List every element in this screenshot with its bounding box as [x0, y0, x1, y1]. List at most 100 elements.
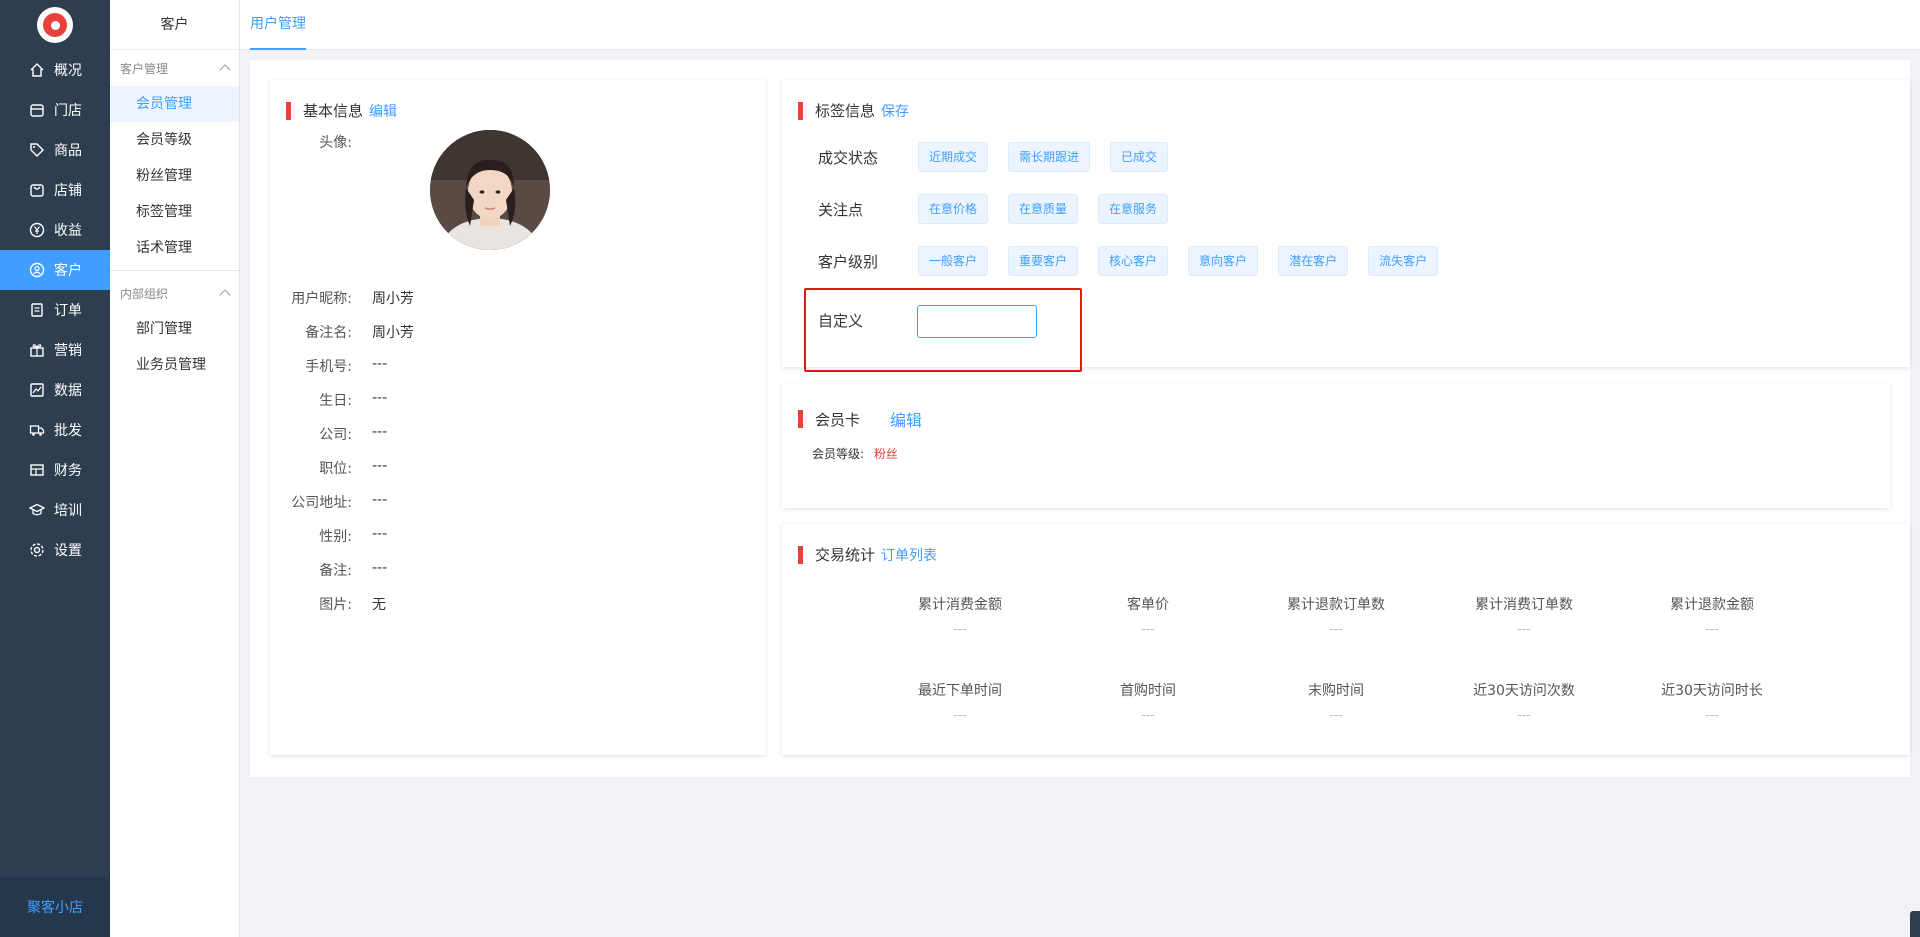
sub-item-member-level[interactable]: 会员等级	[110, 122, 239, 158]
field-label: 图片:	[319, 597, 352, 613]
tag-chip[interactable]: 在意服务	[1098, 194, 1169, 224]
tag-chip[interactable]: 意向客户	[1188, 246, 1259, 276]
field-label: 手机号:	[305, 359, 352, 375]
stat-avg-order: 客单价 ---	[1058, 594, 1238, 636]
nav-label: 订单	[54, 303, 82, 319]
nav-item-marketing[interactable]: 营销	[0, 330, 110, 370]
store-name-footer[interactable]: 聚客小店	[0, 877, 110, 937]
member-card: 会员卡 编辑 会员等级: 粉丝	[782, 383, 1890, 508]
sub-item-member-manage[interactable]: 会员管理	[110, 86, 239, 122]
sub-sidebar-title: 客户	[110, 0, 239, 50]
nav-label: 商品	[54, 143, 82, 159]
shop-bag-icon	[28, 181, 46, 199]
nav-item-store[interactable]: 门店	[0, 90, 110, 130]
nav-item-finance[interactable]: 财务	[0, 450, 110, 490]
section-marker	[798, 410, 803, 428]
sub-item-fans-manage[interactable]: 粉丝管理	[110, 158, 239, 194]
nav-label: 财务	[54, 463, 82, 479]
field-label: 性别:	[319, 529, 352, 545]
yen-icon	[28, 221, 46, 239]
tag-chip[interactable]: 潜在客户	[1278, 246, 1349, 276]
group-customer-manage[interactable]: 客户管理	[110, 50, 239, 86]
tag-chip[interactable]: 一般客户	[918, 246, 989, 276]
tag-chip[interactable]: 在意价格	[918, 194, 989, 224]
field-row: 生日: ---	[270, 390, 387, 410]
member-card-edit-link[interactable]: 编辑	[890, 407, 922, 431]
tag-chip[interactable]: 近期成交	[918, 142, 989, 172]
stat-label: 首购时间	[1120, 683, 1176, 699]
tag-chip[interactable]: 重要客户	[1008, 246, 1079, 276]
field-row: 图片: 无	[270, 594, 386, 614]
basic-info-title: 基本信息	[303, 102, 364, 120]
stat-value: ---	[1705, 622, 1719, 636]
field-value: 周小芳	[372, 325, 414, 341]
nav-item-overview[interactable]: 概况	[0, 50, 110, 90]
custom-tag-input[interactable]	[917, 305, 1037, 338]
field-value: ---	[372, 458, 388, 474]
order-list-link[interactable]: 订单列表	[881, 545, 937, 565]
tag-row-focus: 关注点 在意价格 在意质量 在意服务	[818, 194, 1188, 224]
nav-item-shop[interactable]: 店铺	[0, 170, 110, 210]
tag-chip[interactable]: 核心客户	[1098, 246, 1169, 276]
tag-row-customer-level: 客户级别 一般客户 重要客户 核心客户 意向客户 潜在客户 流失客户	[818, 246, 1458, 276]
nav-item-data[interactable]: 数据	[0, 370, 110, 410]
content-panel: 基本信息 编辑 头像: 用户昵称: 周小芳 备注名: 周小芳 手机号: ---	[250, 60, 1910, 777]
field-value: 周小芳	[372, 291, 414, 307]
order-icon	[28, 301, 46, 319]
gift-icon	[28, 341, 46, 359]
field-row: 公司地址: ---	[270, 492, 387, 512]
nav-item-income[interactable]: 收益	[0, 210, 110, 250]
section-marker	[798, 545, 803, 564]
stat-label: 累计退款订单数	[1287, 597, 1385, 613]
stat-label: 累计消费订单数	[1475, 597, 1573, 613]
sub-item-salesman[interactable]: 业务员管理	[110, 347, 239, 383]
stat-total-spend: 累计消费金额 ---	[870, 594, 1050, 636]
basic-info-edit-link[interactable]: 编辑	[369, 101, 397, 121]
chevron-up-icon	[219, 64, 231, 76]
nav-item-goods[interactable]: 商品	[0, 130, 110, 170]
trade-stats-header: 交易统计 订单列表	[798, 544, 937, 565]
tag-chip[interactable]: 在意质量	[1008, 194, 1079, 224]
nav-item-wholesale[interactable]: 批发	[0, 410, 110, 450]
sub-item-script-manage[interactable]: 话术管理	[110, 230, 239, 266]
sub-item-tag-manage[interactable]: 标签管理	[110, 194, 239, 230]
sub-sidebar: 客户 客户管理 会员管理 会员等级 粉丝管理 标签管理 话术管理 内部组织 部门…	[110, 0, 240, 937]
field-row: 用户昵称: 周小芳	[270, 288, 414, 308]
stat-value: ---	[1517, 622, 1531, 636]
field-label: 职位:	[319, 461, 352, 477]
nav-item-training[interactable]: 培训	[0, 490, 110, 530]
stat-label: 累计消费金额	[918, 597, 1002, 613]
field-row: 备注: ---	[270, 560, 387, 580]
field-label: 公司地址:	[291, 495, 352, 511]
field-label: 用户昵称:	[291, 291, 352, 307]
group-internal-org[interactable]: 内部组织	[110, 275, 239, 311]
stat-first-purchase: 首购时间 ---	[1058, 680, 1238, 722]
main-sidebar: 概况 门店 商品 店铺 收益 客户 订单 营销 数据 批发 财务 培训 设置 聚…	[0, 0, 110, 937]
nav-item-customer[interactable]: 客户	[0, 250, 110, 290]
scrollbar-handle[interactable]	[1910, 911, 1920, 937]
tag-chip[interactable]: 已成交	[1110, 142, 1169, 172]
stat-last-order-time: 最近下单时间 ---	[870, 680, 1050, 722]
basic-info-card: 基本信息 编辑 头像: 用户昵称: 周小芳 备注名: 周小芳 手机号: ---	[270, 80, 766, 755]
nav-item-order[interactable]: 订单	[0, 290, 110, 330]
field-row: 备注名: 周小芳	[270, 322, 414, 342]
tab-user-manage[interactable]: 用户管理	[250, 0, 306, 50]
divider	[110, 270, 239, 271]
tag-info-title: 标签信息	[815, 102, 876, 120]
sub-item-department[interactable]: 部门管理	[110, 311, 239, 347]
tag-chip[interactable]: 流失客户	[1368, 246, 1439, 276]
chevron-up-icon	[219, 289, 231, 301]
field-label: 生日:	[319, 393, 352, 409]
tag-chip[interactable]: 需长期跟进	[1008, 142, 1091, 172]
avatar-label: 头像:	[319, 135, 352, 151]
gear-icon	[28, 541, 46, 559]
stat-refund-amount: 累计退款金额 ---	[1622, 594, 1802, 636]
group-label: 内部组织	[120, 286, 169, 301]
app-logo[interactable]	[0, 0, 110, 50]
tag-info-save-link[interactable]: 保存	[881, 101, 909, 121]
stat-value: ---	[1517, 708, 1531, 722]
stat-visit-duration-30d: 近30天访问时长 ---	[1622, 680, 1802, 722]
nav-item-settings[interactable]: 设置	[0, 530, 110, 570]
tag-row-label: 客户级别	[818, 252, 879, 271]
field-label: 备注名:	[305, 325, 352, 341]
